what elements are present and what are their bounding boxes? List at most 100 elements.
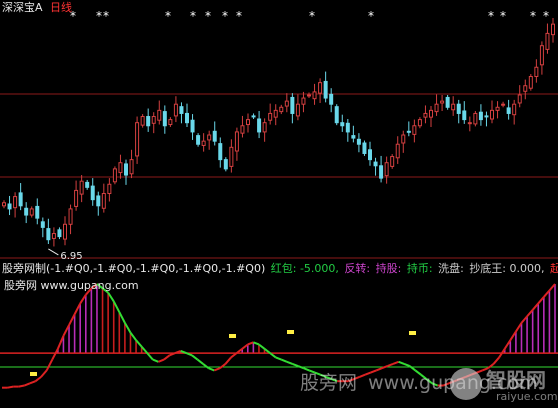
candle-body (151, 116, 156, 124)
oscillator-segment (118, 311, 126, 324)
candle-body (551, 23, 555, 36)
oscillator-segment (45, 359, 54, 371)
candle-body (484, 115, 489, 118)
low-pointer (48, 248, 59, 256)
candle-body (329, 93, 334, 105)
candle-body (90, 185, 95, 201)
period-label: 日线 (50, 1, 73, 14)
oscillator-segment (398, 360, 405, 365)
oscillator-segment (275, 356, 282, 361)
oscillator-segment (403, 362, 411, 368)
indicator-name: 股旁网制 (2, 262, 46, 275)
oscillator-segment (537, 296, 545, 305)
oscillator-segment (158, 358, 165, 363)
candle-body (279, 106, 284, 113)
candle-body (79, 180, 84, 195)
oscillator-segment (7, 385, 14, 389)
signal-marker: * (103, 9, 109, 23)
signal-block (30, 372, 37, 376)
oscillator-segment (213, 367, 221, 372)
candle-body (162, 111, 167, 127)
markers-layer: * * * * * * * * * * * * * * (70, 9, 549, 23)
low-price-label: 6.95 (60, 251, 82, 262)
oscillator-segment (23, 382, 31, 387)
candle-body (135, 122, 140, 157)
signal-marker: * (190, 9, 196, 23)
oscillator-segment (73, 302, 82, 315)
oscillator-segment (503, 339, 512, 350)
oscillator-segment (202, 363, 210, 370)
candle-body (51, 233, 56, 239)
candle-body (495, 106, 500, 111)
signal-marker: * (309, 9, 315, 23)
candle-body (478, 111, 483, 121)
candle-body (401, 134, 406, 144)
signal-marker: * (236, 9, 242, 23)
signal-block (409, 331, 416, 335)
candle-body (273, 109, 278, 118)
candle-body (246, 119, 250, 126)
candle-body (157, 109, 162, 121)
candle-body (124, 163, 128, 176)
oscillator-segment (548, 283, 556, 292)
candle-body (240, 125, 245, 134)
oscillator-segment (280, 358, 288, 363)
oscillator-segment (191, 354, 199, 361)
oscillator-segment (253, 341, 260, 346)
candle-body (46, 228, 51, 241)
candle-body (13, 196, 18, 209)
candle-body (318, 82, 323, 94)
signal-marker: * (543, 9, 549, 23)
candle-body (85, 181, 90, 188)
signal-block (229, 334, 236, 338)
candle-body (295, 103, 300, 117)
candle-body (301, 97, 306, 105)
indicator-item: 持股: (375, 262, 402, 275)
oscillator-segment (286, 360, 293, 365)
oscillator-segment (258, 343, 266, 350)
candle-body (40, 221, 45, 228)
candle-body (362, 142, 367, 154)
stock-chart: * * * * * * * * * * * * * * 6.95 (0, 9, 558, 389)
candle-body (412, 125, 417, 135)
oscillator-segment (509, 330, 517, 341)
candle-body (101, 193, 106, 209)
candle-body (218, 143, 223, 161)
oscillator-segment (56, 335, 65, 350)
candle-body (307, 94, 311, 97)
oscillator-segment (515, 322, 523, 333)
signal-marker: * (165, 9, 171, 23)
oscillator-segment (224, 356, 232, 365)
oscillator-segment (241, 343, 249, 350)
logo-text: 智股网 (486, 368, 546, 392)
candle-body (290, 96, 295, 114)
candle-body (406, 130, 411, 133)
candle-body (68, 208, 73, 225)
candle-body (545, 32, 550, 50)
candle-body (257, 118, 262, 133)
candle-body (146, 116, 151, 127)
candles-layer (2, 18, 555, 247)
signal-marker: * (530, 9, 536, 23)
oscillator-segment (112, 300, 121, 313)
candle-body (445, 96, 450, 108)
oscillator-segment (196, 358, 204, 365)
oscillator-segment (526, 309, 534, 318)
candle-body (96, 195, 101, 207)
candle-body (340, 122, 345, 127)
oscillator-segment (51, 348, 59, 361)
candle-body (223, 159, 228, 170)
candle-body (57, 229, 62, 238)
site-label: 股旁网 www.gupang.com (4, 279, 139, 292)
candle-body (107, 183, 112, 194)
candle-body (229, 146, 234, 167)
candle-body (185, 112, 189, 124)
candle-body (373, 161, 378, 167)
oscillator-segment (135, 339, 143, 348)
candle-body (112, 168, 117, 183)
oscillator-segment (68, 313, 76, 326)
candle-body (179, 106, 184, 114)
candle-body (284, 100, 289, 107)
candle-body (456, 103, 461, 114)
signal-marker: * (222, 9, 228, 23)
